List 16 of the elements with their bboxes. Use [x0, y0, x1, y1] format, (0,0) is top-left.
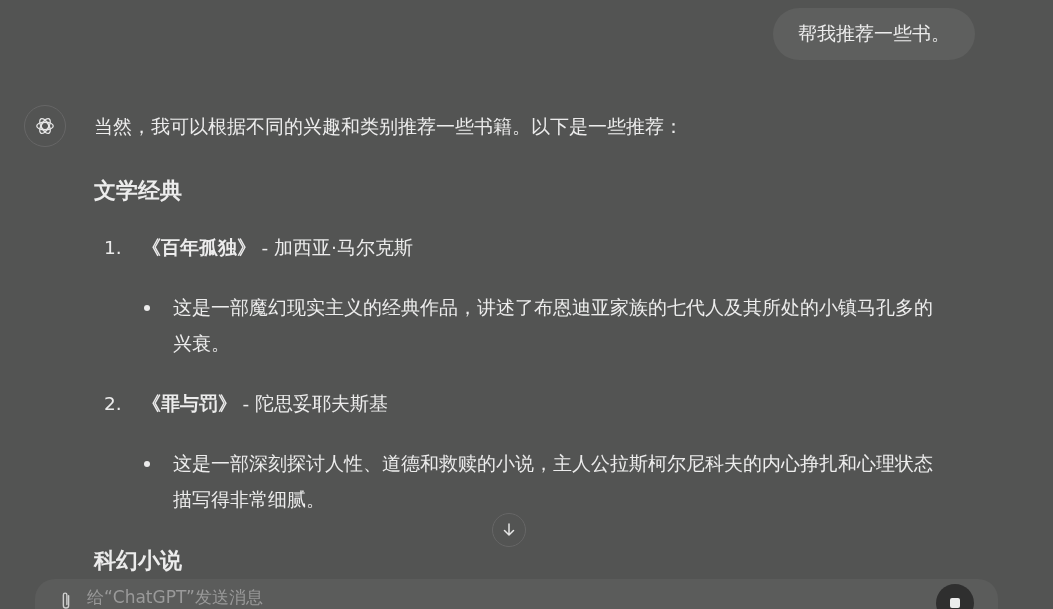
- book-title: 《罪与罚》 - 陀思妥耶夫斯基: [141, 392, 389, 416]
- arrow-down-icon: [501, 522, 517, 538]
- book-description: 这是一部魔幻现实主义的经典作品，讲述了布恩迪亚家族的七代人及其所处的小镇马孔多的兴衰。: [173, 296, 933, 356]
- book-description: 这是一部深刻探讨人性、道德和救赎的小说，主人公拉斯柯尔尼科夫的内心挣扎和心理状态描写得非常细腻。: [173, 452, 933, 512]
- user-message: 帮我推荐一些书。: [773, 8, 975, 60]
- section-heading: 科幻小说: [94, 547, 183, 575]
- bullet-icon: [144, 305, 150, 311]
- bullet-icon: [144, 461, 150, 467]
- assistant-intro: 当然，我可以根据不同的兴趣和类别推荐一些书籍。以下是一些推荐：: [94, 115, 684, 139]
- message-input[interactable]: 给“ChatGPT”发送消息: [87, 586, 922, 608]
- message-composer[interactable]: 给“ChatGPT”发送消息: [35, 579, 998, 609]
- scroll-down-button[interactable]: [492, 513, 526, 547]
- list-number: 1.: [104, 236, 122, 260]
- section-heading: 文学经典: [94, 177, 183, 205]
- list-number: 2.: [104, 392, 122, 416]
- book-title: 《百年孤独》 - 加西亚·马尔克斯: [141, 236, 413, 260]
